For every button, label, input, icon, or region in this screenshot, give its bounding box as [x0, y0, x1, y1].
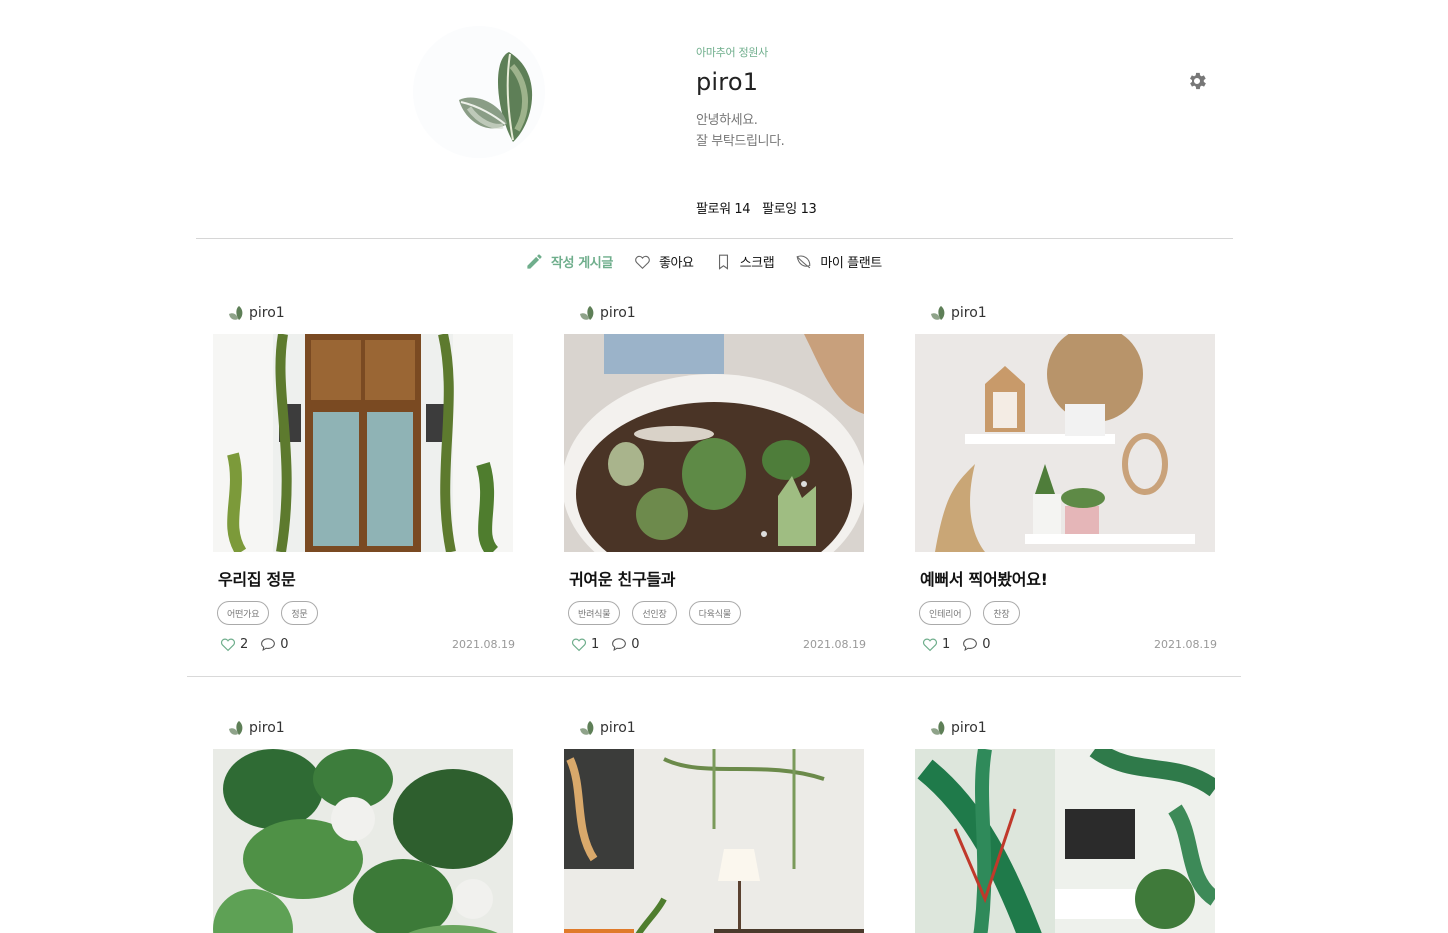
heart-icon — [635, 255, 650, 269]
post-date: 2021.08.19 — [803, 637, 866, 651]
tab-label: 좋아요 — [658, 255, 694, 271]
post-footer: 1 0 2021.08.19 — [915, 634, 1217, 654]
comment-count: 0 — [280, 636, 289, 652]
post-image[interactable] — [915, 334, 1215, 552]
tag-chip[interactable]: 다육식물 — [688, 601, 741, 625]
tag-chip[interactable]: 선인장 — [632, 601, 677, 625]
tab-label: 작성 게시글 — [551, 255, 613, 271]
like-count: 2 — [240, 636, 249, 652]
post-card[interactable]: piro1 예뻐서 찍어봤어요! 인테리어 찬장 1 0 2021.08.19 — [915, 302, 1217, 654]
gear-icon — [1190, 72, 1206, 90]
post-title[interactable]: 우리집 정문 — [213, 566, 515, 590]
post-footer: 2 0 2021.08.19 — [213, 634, 515, 654]
author-avatar-icon — [931, 721, 945, 735]
heart-icon — [922, 638, 938, 652]
user-grade: 아마추어 정원사 — [696, 46, 768, 59]
post-author[interactable]: piro1 — [915, 302, 1217, 324]
post-date: 2021.08.19 — [1154, 637, 1217, 651]
post-title[interactable]: 귀여운 친구들과 — [564, 566, 866, 590]
comment-button[interactable]: 0 — [259, 635, 289, 653]
post-title[interactable]: 예뻐서 찍어봤어요! — [915, 566, 1217, 590]
like-count: 1 — [942, 636, 951, 652]
author-avatar-icon — [580, 721, 594, 735]
post-tags: 반려식물 선인장 다육식물 — [564, 601, 866, 625]
post-author[interactable]: piro1 — [915, 717, 1217, 739]
tag-chip[interactable]: 찬장 — [983, 601, 1020, 625]
tag-chip[interactable]: 인테리어 — [919, 601, 972, 625]
comment-button[interactable]: 0 — [961, 635, 991, 653]
bookmark-icon — [718, 254, 728, 270]
post-tags: 어떤가요 정문 — [213, 601, 515, 625]
author-name: piro1 — [249, 305, 285, 321]
author-name: piro1 — [600, 305, 636, 321]
like-count: 1 — [591, 636, 600, 652]
post-card[interactable]: piro1 귀여운 친구들과 반려식물 선인장 다육식물 1 0 2021.08… — [564, 302, 866, 654]
post-author[interactable]: piro1 — [564, 717, 866, 739]
author-name: piro1 — [600, 720, 636, 736]
post-image[interactable] — [564, 334, 864, 552]
followers-link[interactable]: 팔로워 14 — [696, 198, 751, 217]
pencil-icon — [527, 253, 542, 269]
author-name: piro1 — [249, 720, 285, 736]
author-avatar-icon — [931, 306, 945, 320]
bio-line: 안녕하세요. — [696, 113, 758, 128]
tab-likes[interactable]: 좋아요 — [633, 252, 694, 271]
tab-my-plant[interactable]: 마이 플랜트 — [794, 252, 882, 271]
profile-username: piro1 — [696, 68, 759, 96]
heart-icon — [220, 638, 236, 652]
profile-bio: 안녕하세요. 잘 부탁드립니다. — [696, 110, 785, 152]
author-avatar-icon — [580, 306, 594, 320]
post-card[interactable]: piro1 — [915, 717, 1217, 933]
post-image[interactable] — [213, 334, 513, 552]
profile-avatar — [413, 26, 545, 158]
post-date: 2021.08.19 — [452, 637, 515, 651]
post-card[interactable]: piro1 — [564, 717, 866, 933]
post-image[interactable] — [915, 749, 1215, 933]
comment-icon — [261, 638, 276, 652]
profile-tabs: 작성 게시글 좋아요 스크랩 마이 플랜트 — [525, 249, 902, 273]
leaf-icon — [796, 255, 811, 268]
tab-label: 마이 플랜트 — [820, 255, 882, 271]
post-author[interactable]: piro1 — [564, 302, 866, 324]
post-image[interactable] — [213, 749, 513, 933]
author-avatar-icon — [229, 721, 243, 735]
tab-label: 스크랩 — [739, 255, 775, 271]
follow-counts: 팔로워 14 팔로잉 13 — [696, 198, 817, 217]
tag-chip[interactable]: 정문 — [281, 601, 318, 625]
post-card[interactable]: piro1 우리집 정문 어떤가요 정문 2 0 2021.08.19 — [213, 302, 515, 654]
post-author[interactable]: piro1 — [213, 717, 515, 739]
like-button[interactable]: 1 — [921, 635, 950, 653]
post-tags: 인테리어 찬장 — [915, 601, 1217, 625]
settings-button[interactable] — [1186, 70, 1208, 92]
tab-scrap[interactable]: 스크랩 — [714, 252, 775, 271]
comment-count: 0 — [982, 636, 991, 652]
comment-count: 0 — [631, 636, 640, 652]
following-link[interactable]: 팔로잉 13 — [762, 198, 817, 217]
tag-chip[interactable]: 어떤가요 — [217, 601, 270, 625]
row-divider — [187, 676, 1241, 677]
post-author[interactable]: piro1 — [213, 302, 515, 324]
author-name: piro1 — [951, 305, 987, 321]
author-avatar-icon — [229, 306, 243, 320]
post-card[interactable]: piro1 — [213, 717, 515, 933]
header-divider — [196, 238, 1233, 239]
post-footer: 1 0 2021.08.19 — [564, 634, 866, 654]
tag-chip[interactable]: 반려식물 — [568, 601, 621, 625]
comment-button[interactable]: 0 — [610, 635, 640, 653]
profile-info: 아마추어 정원사 piro1 안녕하세요. 잘 부탁드립니다. — [696, 44, 785, 152]
like-button[interactable]: 1 — [570, 635, 599, 653]
bio-line: 잘 부탁드립니다. — [696, 134, 785, 149]
author-name: piro1 — [951, 720, 987, 736]
post-image[interactable] — [564, 749, 864, 933]
tab-my-posts[interactable]: 작성 게시글 — [525, 252, 613, 271]
heart-icon — [571, 638, 587, 652]
like-button[interactable]: 2 — [219, 635, 248, 653]
comment-icon — [612, 638, 627, 652]
comment-icon — [963, 638, 978, 652]
